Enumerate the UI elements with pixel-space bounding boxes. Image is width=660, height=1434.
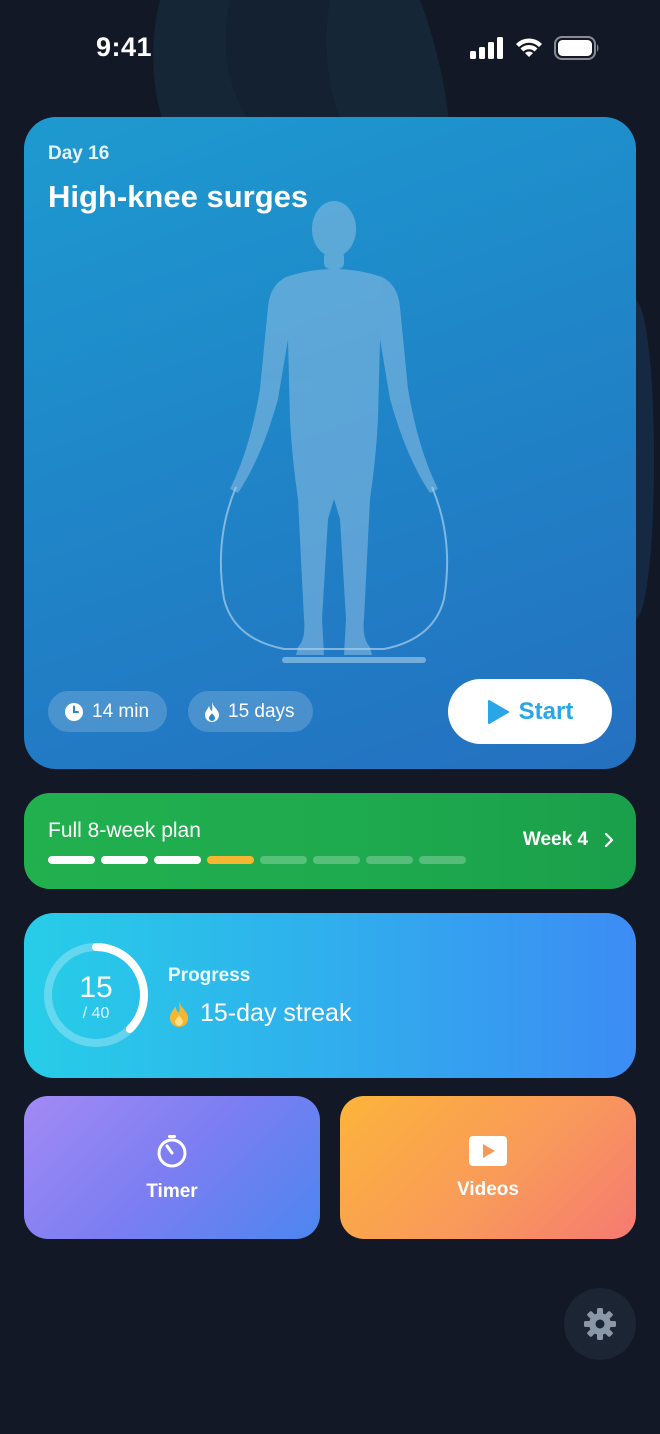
chevron-right-icon: [604, 832, 614, 848]
jump-rope-figure-illustration: [219, 201, 449, 663]
plan-week-segment: [419, 856, 466, 864]
streak-value: 15 days: [228, 700, 295, 722]
videos-label: Videos: [457, 1178, 519, 1200]
signal-icon: [470, 37, 503, 59]
timer-tile[interactable]: Timer: [24, 1096, 320, 1239]
streak-row: 15-day streak: [168, 999, 351, 1028]
plan-week-segment: [154, 856, 201, 864]
plan-week-segment: [207, 856, 254, 864]
videos-tile[interactable]: Videos: [340, 1096, 636, 1239]
stopwatch-icon: [157, 1134, 187, 1167]
status-time: 9:41: [96, 32, 153, 62]
plan-week-link[interactable]: Week 4: [523, 829, 614, 851]
plan-week-segment: [101, 856, 148, 864]
flame-icon: [205, 701, 219, 722]
plan-week-segment: [313, 856, 360, 864]
wifi-icon: [516, 38, 542, 57]
settings-button[interactable]: [564, 1288, 636, 1360]
play-icon: [487, 699, 509, 724]
progress-label: Progress: [168, 965, 251, 986]
battery-icon: [554, 36, 599, 60]
plan-week-segment: [260, 856, 307, 864]
clock-icon: [65, 702, 83, 721]
gear-icon: [584, 1308, 616, 1340]
duration-value: 14 min: [92, 700, 150, 722]
flame-icon: [169, 1000, 189, 1027]
workout-day-label: Day 16: [48, 143, 110, 164]
plan-week-segment: [48, 856, 95, 864]
plan-week-progress: [48, 856, 466, 864]
progress-total: / 40: [82, 1005, 110, 1022]
progress-card[interactable]: 15 / 40 Progress 15-day streak: [24, 913, 636, 1078]
streak-chip: 15 days: [188, 691, 313, 732]
plan-week-label: Week 4: [522, 829, 588, 850]
plan-card[interactable]: Full 8-week plan Week 4: [24, 793, 636, 889]
plan-title: Full 8-week plan: [48, 819, 201, 842]
start-button-label: Start: [518, 697, 574, 725]
start-workout-button[interactable]: Start: [448, 679, 612, 744]
progress-count: 15: [79, 971, 113, 1004]
workout-hero-card[interactable]: Day 16 High-knee surges 14 min 15 days S…: [24, 117, 636, 769]
duration-chip: 14 min: [48, 691, 168, 732]
plan-week-segment: [366, 856, 413, 864]
status-icons: [470, 36, 600, 60]
status-bar: 9:41: [0, 0, 660, 98]
streak-text: 15-day streak: [200, 999, 352, 1027]
video-play-icon: [469, 1135, 507, 1166]
timer-label: Timer: [146, 1180, 198, 1202]
